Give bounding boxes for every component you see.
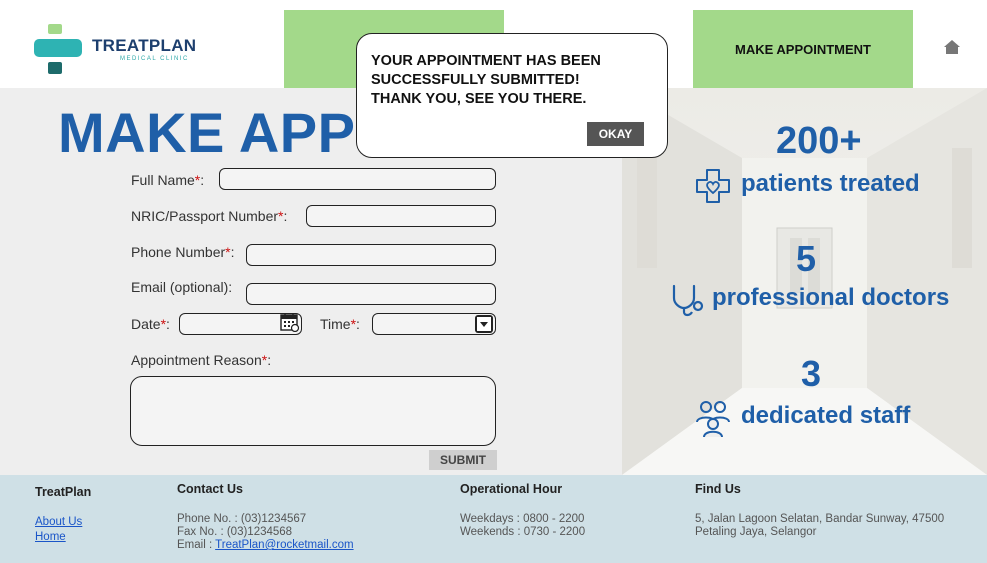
footer-address-line1: 5, Jalan Lagoon Selatan, Bandar Sunway, …	[695, 513, 945, 525]
footer-phone: Phone No. : (03)1234567	[177, 513, 307, 525]
footer-find-heading: Find Us	[695, 482, 741, 496]
success-dialog: YOUR APPOINTMENT HAS BEEN SUCCESSFULLY S…	[356, 33, 668, 158]
footer-brand: TreatPlan	[35, 485, 92, 499]
logo-title: TREATPLAN	[92, 36, 197, 55]
stat-patients-label: patients treated	[741, 170, 920, 197]
okay-button[interactable]: OKAY	[587, 122, 644, 146]
success-message: YOUR APPOINTMENT HAS BEEN SUCCESSFULLY S…	[371, 53, 601, 107]
appointment-reason-textarea[interactable]	[130, 376, 496, 446]
phone-input[interactable]	[246, 244, 496, 266]
full-name-input[interactable]	[219, 168, 496, 190]
nric-label: NRIC/Passport Number*:	[131, 208, 288, 224]
dropdown-arrow-icon[interactable]	[475, 315, 493, 333]
stat-staff-label: dedicated staff	[741, 402, 911, 429]
stat-doctors-number: 5	[796, 238, 817, 279]
appointment-reason-label: Appointment Reason*:	[131, 352, 272, 368]
home-icon[interactable]	[943, 38, 961, 56]
footer-weekends: Weekends : 0730 - 2200	[460, 526, 586, 538]
treatplan-logo[interactable]: TREATPLAN MEDICAL CLINIC	[34, 22, 204, 76]
footer-email: Email : TreatPlan@rocketmail.com	[177, 539, 354, 551]
site-footer: TreatPlan About Us Home Contact Us Phone…	[0, 475, 987, 563]
footer-address-line2: Petaling Jaya, Selangor	[695, 526, 817, 538]
email-label: Email (optional):	[131, 279, 233, 295]
stat-doctors-label: professional doctors	[712, 284, 950, 311]
nav-make-appointment[interactable]: MAKE APPOINTMENT	[693, 10, 913, 88]
stat-patients-number: 200+	[776, 120, 862, 162]
logo-subtitle: MEDICAL CLINIC	[120, 56, 189, 62]
submit-button[interactable]: SUBMIT	[429, 450, 497, 470]
medical-cross-heart-icon	[696, 169, 730, 203]
footer-home-link[interactable]: Home	[35, 531, 66, 544]
footer-hours-heading: Operational Hour	[460, 482, 563, 496]
date-label: Date*:	[131, 316, 170, 332]
time-label: Time*:	[320, 316, 360, 332]
footer-weekdays: Weekdays : 0800 - 2200	[460, 513, 585, 525]
footer-fax: Fax No. : (03)1234568	[177, 526, 293, 538]
full-name-label: Full Name*:	[131, 172, 205, 188]
phone-label: Phone Number*:	[131, 244, 235, 260]
footer-email-link[interactable]: TreatPlan@rocketmail.com	[215, 539, 353, 551]
staff-group-icon	[696, 401, 730, 438]
footer-contact-heading: Contact Us	[177, 482, 243, 496]
footer-about-link[interactable]: About Us	[35, 516, 82, 529]
stat-staff-number: 3	[801, 353, 822, 394]
nric-input[interactable]	[306, 205, 496, 227]
calendar-icon[interactable]	[280, 312, 300, 332]
email-input[interactable]	[246, 283, 496, 305]
stethoscope-icon	[672, 284, 704, 317]
logo-mark-icon	[34, 24, 82, 74]
